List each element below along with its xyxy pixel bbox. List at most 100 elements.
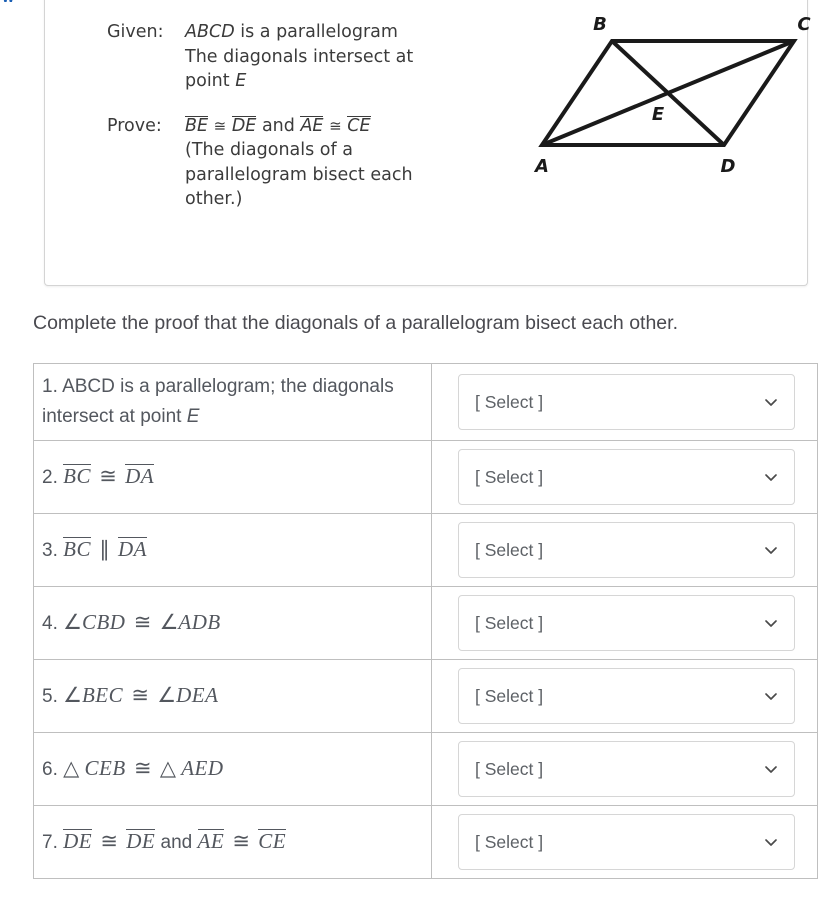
prove-line-3: parallelogram bisect each — [185, 164, 413, 185]
statement-number: 1. — [42, 376, 58, 397]
congruent-symbol: ≅ — [227, 829, 256, 853]
svg-text:C: C — [797, 14, 811, 35]
congruent-symbol-1: ≅ — [213, 116, 227, 135]
table-row: 4. ∠CBD ≅ ∠ADB [ Select ] — [33, 586, 818, 660]
segment-ae: AE — [197, 829, 225, 853]
math-expression: △ CEB ≅ △ AED — [63, 756, 223, 780]
triangle-symbol: △ — [63, 756, 80, 780]
segment-da: DA — [125, 464, 155, 488]
prove-and-1: and — [261, 115, 295, 136]
reason-cell-6: [ Select ] — [431, 732, 818, 806]
prove-line-4: other.) — [185, 189, 243, 209]
chevron-down-icon[interactable] — [764, 762, 778, 776]
chevron-down-icon[interactable] — [764, 616, 778, 630]
reason-select-2[interactable]: [ Select ] — [458, 449, 795, 505]
congruent-symbol-2: ≅ — [329, 116, 342, 135]
select-placeholder-text: [ Select ] — [475, 685, 544, 706]
chevron-down-icon[interactable] — [764, 470, 778, 484]
math-expression: ∠BEC ≅ ∠DEA — [63, 683, 218, 707]
statement-number: 3. — [42, 540, 58, 561]
congruent-symbol: ≅ — [128, 610, 157, 634]
segment-ce: CE — [347, 115, 371, 136]
select-placeholder-text: [ Select ] — [475, 758, 544, 779]
statement-point-label: E — [186, 406, 200, 427]
select-placeholder-text: [ Select ] — [475, 466, 544, 487]
reason-cell-3: [ Select ] — [431, 513, 818, 587]
triangle-symbol: △ — [159, 756, 176, 780]
statement-cell-1: 1. ABCD is a parallelogram; the diagonal… — [33, 363, 432, 441]
reason-cell-7: [ Select ] — [431, 805, 818, 879]
reason-select-6[interactable]: [ Select ] — [458, 741, 795, 797]
segment-de: DE — [126, 829, 156, 853]
segment-da: DA — [117, 537, 147, 561]
select-placeholder-text: [ Select ] — [475, 391, 544, 412]
parallel-symbol: ∥ — [93, 537, 115, 561]
statement-cell-3: 3. BC ∥ DA — [33, 513, 432, 587]
reason-cell-2: [ Select ] — [431, 440, 818, 514]
reason-select-5[interactable]: [ Select ] — [458, 668, 795, 724]
chevron-down-icon[interactable] — [764, 543, 778, 557]
given-prove-text: Given: ABCD is a parallelogram The diago… — [107, 20, 497, 212]
given-label: Given: — [107, 22, 164, 42]
reason-select-3[interactable]: [ Select ] — [458, 522, 795, 578]
reason-cell-1: [ Select ] — [431, 363, 818, 441]
table-row: 6. △ CEB ≅ △ AED [ Select ] — [33, 732, 818, 806]
select-placeholder-text: [ Select ] — [475, 612, 544, 633]
bookmark-icon-0[interactable]: W — [2, 0, 14, 5]
math-variable-dea: DEA — [176, 683, 219, 707]
segment-de: DE — [231, 115, 257, 136]
segment-be: BE — [185, 115, 209, 136]
statement-cell-5: 5. ∠BEC ≅ ∠DEA — [33, 659, 432, 733]
statement-cell-2: 2. BC ≅ DA — [33, 440, 432, 514]
statement-number: 6. — [42, 759, 58, 780]
congruent-symbol: ≅ — [93, 464, 123, 488]
given-body: ABCD is a parallelogram The diagonals in… — [185, 20, 497, 94]
parallelogram-diagram: B C A D E — [532, 10, 827, 182]
statement-number: 7. — [42, 832, 58, 853]
segment-bc: BC — [63, 464, 91, 488]
statement-number: 5. — [42, 686, 58, 707]
svg-text:E: E — [652, 104, 665, 125]
angle-symbol: ∠ — [157, 683, 177, 707]
prove-line-1: BE ≅ DE and AE ≅ CE — [185, 114, 497, 139]
prove-body: BE ≅ DE and AE ≅ CE (The diagonals of a … — [185, 114, 497, 212]
given-abcd: ABCD — [185, 22, 235, 42]
table-row: 5. ∠BEC ≅ ∠DEA [ Select ] — [33, 659, 818, 733]
svg-text:D: D — [721, 156, 736, 177]
statement-number: 4. — [42, 613, 58, 634]
math-expression: ∠CBD ≅ ∠ADB — [63, 610, 221, 634]
math-variable-bec: BEC — [81, 683, 124, 707]
conjunction-and: and — [155, 832, 198, 853]
svg-text:A: A — [533, 156, 549, 177]
math-expression: BC ≅ DA — [63, 464, 155, 488]
statement-cell-6: 6. △ CEB ≅ △ AED — [33, 732, 432, 806]
reason-select-7[interactable]: [ Select ] — [458, 814, 795, 870]
math-variable-aed: AED — [181, 756, 224, 780]
statement-text: ABCD is a parallelogram; the diagonals i… — [42, 376, 394, 427]
table-row: 2. BC ≅ DA [ Select ] — [33, 440, 818, 514]
given-row: Given: ABCD is a parallelogram The diago… — [107, 20, 497, 94]
given-point-e: E — [235, 71, 247, 91]
chevron-down-icon[interactable] — [764, 689, 778, 703]
angle-symbol: ∠ — [63, 683, 82, 707]
chevron-down-icon[interactable] — [764, 395, 778, 409]
chevron-down-icon[interactable] — [764, 835, 778, 849]
math-variable-adb: ADB — [178, 610, 221, 634]
given-line-3: point E — [185, 71, 247, 91]
reason-select-1[interactable]: [ Select ] — [458, 374, 795, 430]
given-line-1: ABCD is a parallelogram — [185, 22, 398, 42]
prove-line-2: (The diagonals of a — [185, 140, 353, 160]
reason-cell-5: [ Select ] — [431, 659, 818, 733]
segment-bc: BC — [63, 537, 91, 561]
congruent-symbol: ≅ — [95, 829, 124, 853]
statement-cell-4: 4. ∠CBD ≅ ∠ADB — [33, 586, 432, 660]
math-expression: BC ∥ DA — [63, 537, 147, 561]
segment-ae: AE — [300, 115, 324, 136]
proof-statements-table: 1. ABCD is a parallelogram; the diagonal… — [33, 363, 818, 879]
table-row: 3. BC ∥ DA [ Select ] — [33, 513, 818, 587]
reason-select-4[interactable]: [ Select ] — [458, 595, 795, 651]
table-row: 7. DE ≅ DE and AE ≅ CE [ Select ] — [33, 805, 818, 879]
congruent-symbol: ≅ — [128, 756, 157, 780]
angle-symbol: ∠ — [159, 610, 179, 634]
math-variable-ceb: CEB — [84, 756, 126, 780]
